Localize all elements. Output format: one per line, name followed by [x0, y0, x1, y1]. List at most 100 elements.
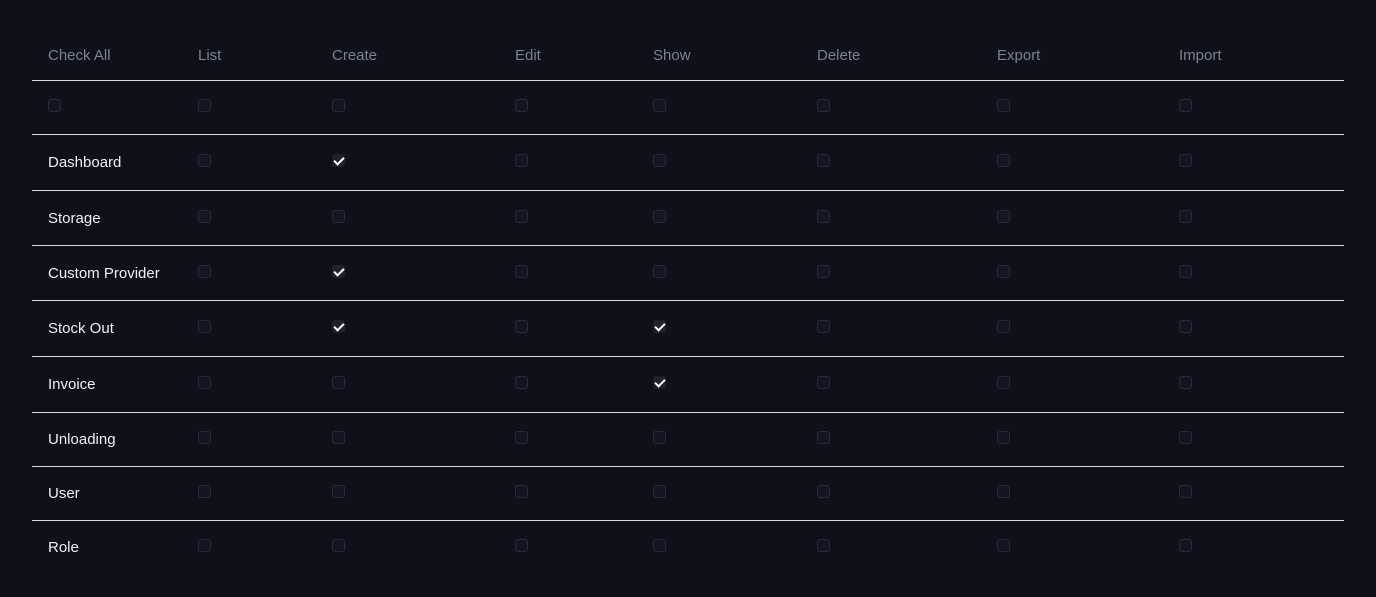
import-permission-checkbox[interactable] — [1179, 485, 1192, 498]
delete-permission-checkbox[interactable] — [817, 264, 830, 278]
permission-cell — [817, 355, 830, 410]
show-permission-checkbox[interactable] — [653, 376, 666, 389]
show-permission-checkbox[interactable] — [653, 154, 666, 167]
check-all-cell — [1179, 79, 1192, 132]
create-permission-checkbox[interactable] — [332, 376, 345, 389]
create-permission-checkbox[interactable] — [332, 485, 345, 498]
permission-cell — [1179, 465, 1192, 518]
delete-permission-checkbox[interactable] — [817, 539, 830, 552]
check-all-edit-checkbox[interactable] — [515, 99, 528, 112]
check-all-check-all-checkbox[interactable] — [48, 99, 61, 112]
list-permission-checkbox[interactable] — [198, 154, 211, 167]
permission-cell — [997, 244, 1010, 298]
delete-permission-checkbox[interactable] — [817, 154, 830, 167]
delete-permission-checkbox[interactable] — [817, 485, 830, 498]
list-permission-checkbox[interactable] — [198, 320, 211, 333]
check-all-export-checkbox[interactable] — [997, 99, 1010, 112]
edit-permission-checkbox[interactable] — [515, 320, 528, 333]
permission-cell — [817, 411, 830, 464]
import-permission-checkbox[interactable] — [1179, 376, 1192, 389]
show-permission-checkbox[interactable] — [653, 320, 666, 333]
list-permission-checkbox[interactable] — [198, 485, 211, 498]
permission-cell — [997, 465, 1010, 518]
column-header-import: Import — [1179, 46, 1222, 64]
permission-cell — [817, 465, 830, 518]
edit-permission-checkbox[interactable] — [515, 209, 528, 223]
edit-permission-checkbox[interactable] — [515, 264, 528, 278]
permission-cell — [653, 465, 666, 518]
show-permission-checkbox[interactable] — [653, 209, 666, 223]
check-all-list-checkbox[interactable] — [198, 99, 211, 112]
table-body: Dashboard Storage Custom Provider Stock Out… — [32, 81, 1344, 574]
permission-cell — [332, 519, 345, 572]
create-permission-checkbox[interactable] — [332, 320, 345, 333]
resource-label: Stock Out — [48, 320, 114, 337]
column-header-edit: Edit — [515, 46, 541, 64]
resource-label: Invoice — [48, 376, 96, 393]
export-permission-checkbox[interactable] — [997, 431, 1010, 444]
edit-permission-checkbox[interactable] — [515, 154, 528, 167]
create-permission-checkbox[interactable] — [332, 431, 345, 444]
list-permission-checkbox[interactable] — [198, 431, 211, 444]
edit-permission-checkbox[interactable] — [515, 376, 528, 389]
export-permission-checkbox[interactable] — [997, 154, 1010, 167]
export-permission-checkbox[interactable] — [997, 209, 1010, 223]
import-permission-checkbox[interactable] — [1179, 539, 1192, 552]
export-permission-checkbox[interactable] — [997, 539, 1010, 552]
show-permission-checkbox[interactable] — [653, 264, 666, 278]
create-permission-checkbox[interactable] — [332, 154, 345, 167]
export-permission-checkbox[interactable] — [997, 485, 1010, 498]
permission-cell — [332, 244, 345, 298]
delete-permission-checkbox[interactable] — [817, 320, 830, 333]
permission-cell — [817, 244, 830, 298]
delete-permission-checkbox[interactable] — [817, 209, 830, 223]
column-header-delete: Delete — [817, 46, 861, 64]
permission-cell — [198, 244, 211, 298]
create-permission-checkbox[interactable] — [332, 539, 345, 552]
import-permission-checkbox[interactable] — [1179, 431, 1192, 444]
permission-cell — [653, 411, 666, 464]
permission-cell — [1179, 189, 1192, 243]
export-permission-checkbox[interactable] — [997, 376, 1010, 389]
check-all-import-checkbox[interactable] — [1179, 99, 1192, 112]
show-permission-checkbox[interactable] — [653, 485, 666, 498]
create-permission-checkbox[interactable] — [332, 209, 345, 223]
check-all-show-checkbox[interactable] — [653, 99, 666, 112]
check-all-cell — [817, 79, 830, 132]
check-all-create-checkbox[interactable] — [332, 99, 345, 112]
permission-cell — [332, 299, 345, 354]
create-permission-checkbox[interactable] — [332, 264, 345, 278]
edit-permission-checkbox[interactable] — [515, 485, 528, 498]
column-header-export: Export — [997, 46, 1041, 64]
check-all-cell — [653, 79, 666, 132]
export-permission-checkbox[interactable] — [997, 320, 1010, 333]
edit-permission-checkbox[interactable] — [515, 431, 528, 444]
list-permission-checkbox[interactable] — [198, 376, 211, 389]
export-permission-checkbox[interactable] — [997, 264, 1010, 278]
show-permission-checkbox[interactable] — [653, 539, 666, 552]
permission-cell — [332, 411, 345, 464]
check-all-delete-checkbox[interactable] — [817, 99, 830, 112]
import-permission-checkbox[interactable] — [1179, 209, 1192, 223]
table-row: Unloading — [32, 413, 1344, 467]
delete-permission-checkbox[interactable] — [817, 376, 830, 389]
permission-cell — [332, 133, 345, 188]
show-permission-checkbox[interactable] — [653, 431, 666, 444]
permission-cell — [515, 244, 528, 298]
table-row: Custom Provider — [32, 246, 1344, 301]
permission-cell — [198, 519, 211, 572]
permission-cell — [1179, 355, 1192, 410]
edit-permission-checkbox[interactable] — [515, 539, 528, 552]
check-all-cell — [198, 79, 211, 132]
delete-permission-checkbox[interactable] — [817, 431, 830, 444]
permission-cell — [198, 133, 211, 188]
permission-cell — [817, 519, 830, 572]
table-row: Invoice — [32, 357, 1344, 413]
import-permission-checkbox[interactable] — [1179, 154, 1192, 167]
import-permission-checkbox[interactable] — [1179, 320, 1192, 333]
import-permission-checkbox[interactable] — [1179, 264, 1192, 278]
list-permission-checkbox[interactable] — [198, 264, 211, 278]
list-permission-checkbox[interactable] — [198, 209, 211, 223]
permission-cell — [198, 189, 211, 243]
list-permission-checkbox[interactable] — [198, 539, 211, 552]
